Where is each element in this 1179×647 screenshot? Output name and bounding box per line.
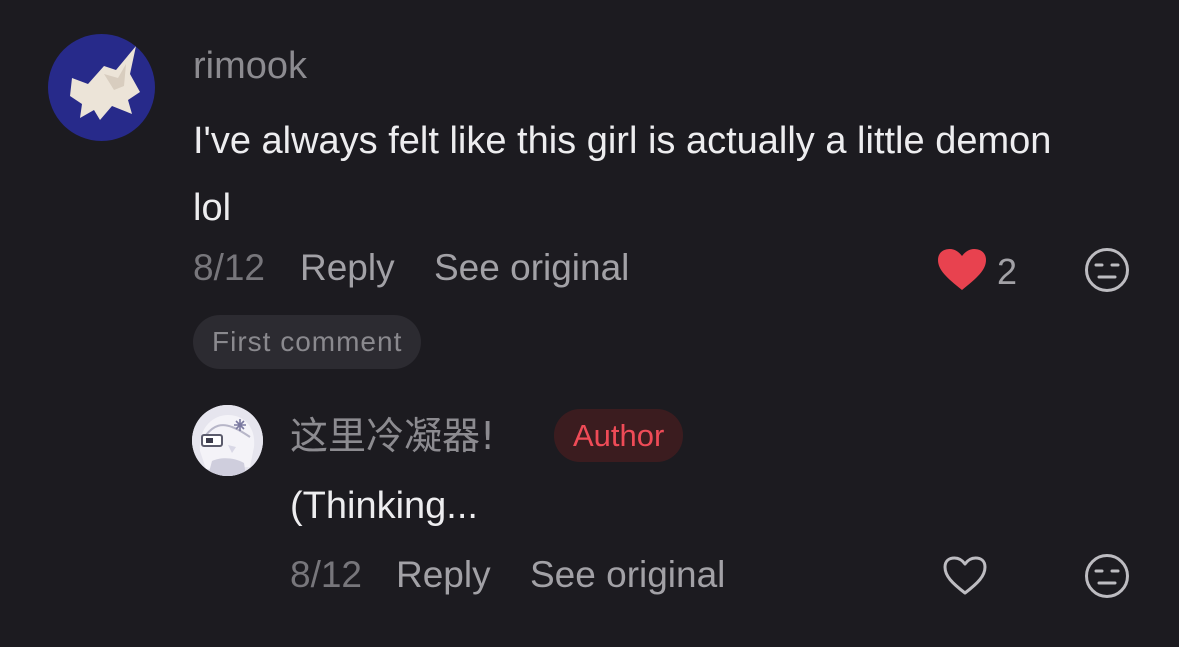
fox-logo-icon [70, 46, 140, 120]
reaction-button[interactable] [1084, 247, 1130, 293]
see-original-button[interactable]: See original [434, 246, 629, 290]
author-badge: Author [554, 409, 684, 462]
like-count: 2 [997, 251, 1018, 292]
reply-avatar[interactable] [192, 405, 263, 476]
like-button[interactable] [937, 248, 987, 292]
heart-outline-icon [943, 556, 987, 595]
comment-username[interactable]: rimook [193, 44, 307, 88]
comment-text: I've always felt like this girl is actua… [193, 120, 1052, 229]
reply-button[interactable]: Reply [300, 246, 395, 290]
reply-username[interactable]: 这里冷凝器! [290, 414, 495, 458]
neutral-face-icon [1085, 248, 1129, 292]
anime-avatar-icon [192, 405, 263, 476]
heart-icon [938, 249, 986, 290]
reply-text: (Thinking... [290, 485, 478, 527]
reply-see-original-button[interactable]: See original [530, 553, 725, 597]
reply-like-button[interactable] [942, 555, 988, 597]
reply-date: 8/12 [290, 554, 363, 595]
neutral-face-icon [1085, 554, 1129, 598]
reply-reaction-button[interactable] [1084, 553, 1130, 599]
avatar[interactable] [48, 34, 155, 141]
comment-date: 8/12 [193, 247, 266, 288]
first-comment-badge: First comment [193, 315, 422, 369]
reply-reply-button[interactable]: Reply [396, 553, 491, 597]
